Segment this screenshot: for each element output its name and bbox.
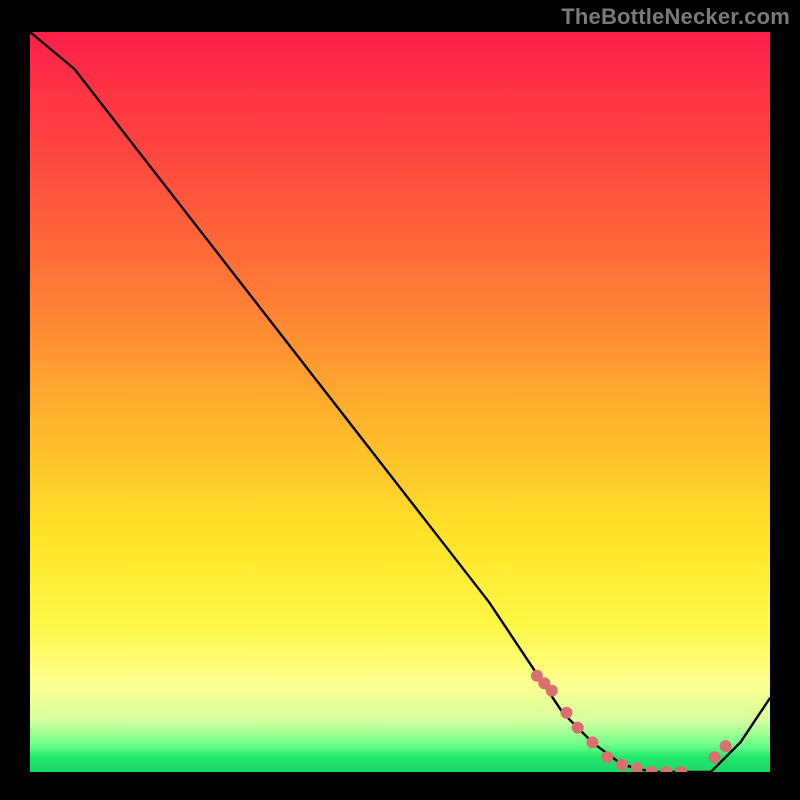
marker-dot [586,736,598,748]
chart-overlay [30,32,770,772]
marker-dot [616,759,628,771]
marker-dot [646,766,658,772]
marker-dot [561,707,573,719]
marker-dot [675,766,687,772]
marker-dot [572,722,584,734]
data-curve [30,32,770,772]
marker-dot [601,751,613,763]
chart-frame: TheBottleNecker.com [0,0,800,800]
marker-dot [720,740,732,752]
data-markers [531,670,732,772]
marker-dot [631,762,643,772]
marker-dot [660,766,672,772]
attribution-label: TheBottleNecker.com [561,4,790,30]
marker-dot [546,685,558,697]
marker-dot [709,751,721,763]
plot-area [30,32,770,772]
